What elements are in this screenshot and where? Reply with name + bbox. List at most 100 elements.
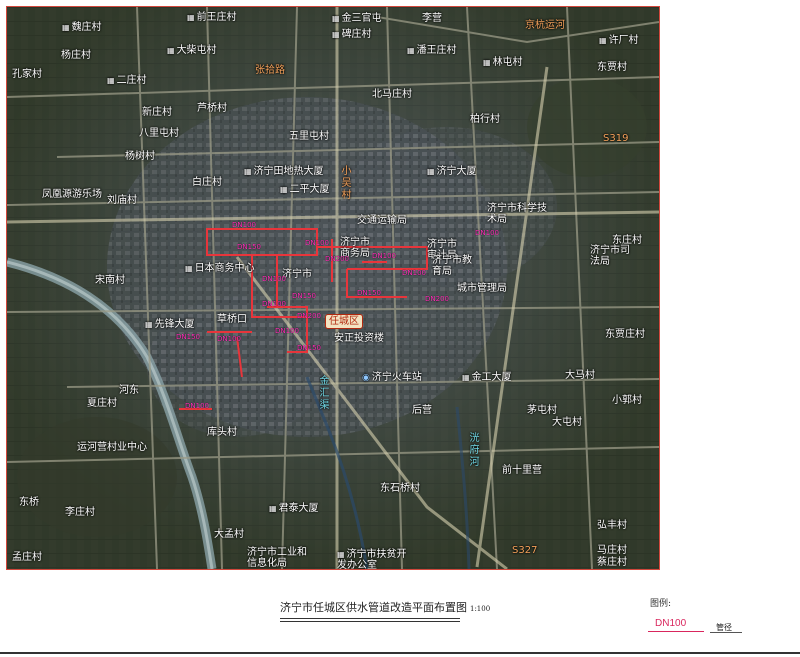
station-label: 济宁火车站 [362, 372, 422, 384]
pipe-tag: DN100 [185, 402, 209, 410]
pipe-tag: DN100 [402, 269, 426, 277]
place-label: 大柴屯村 [167, 45, 217, 56]
pipe-tag: DN200 [425, 295, 449, 303]
place-label: 前十里营 [502, 465, 542, 476]
place-label: 东贾庄村 [605, 329, 645, 340]
drawing-title-block: 济宁市任城区供水管道改造平面布置图 1:100 [280, 599, 490, 622]
river-label: 洸府河 [467, 432, 478, 468]
place-label: 东贾村 [597, 62, 627, 73]
place-label: 杨庄村 [61, 50, 91, 61]
place-label: 济宁田地热大厦 [244, 166, 324, 177]
drawing-scale: 1:100 [470, 605, 491, 613]
place-label: 库头村 [207, 427, 237, 438]
place-label: 李庄村 [65, 507, 95, 518]
place-label: 济宁市扶贫开发办公室 [337, 549, 413, 569]
place-label: 城市管理局 [457, 283, 507, 294]
place-label: 交通运输局 [357, 215, 407, 226]
place-label: 大屯村 [552, 417, 582, 428]
title-underline [280, 621, 460, 622]
road-label: S327 [512, 545, 538, 556]
place-label: 济宁市司法局 [590, 245, 630, 267]
place-label: 安正投资楼 [334, 333, 384, 344]
place-label: 八里屯村 [139, 128, 179, 139]
place-label: 先锋大厦 [145, 319, 195, 330]
place-label: 济宁大厦 [427, 166, 477, 177]
place-label: 李营 [422, 13, 442, 24]
road-label: 张拾路 [255, 65, 285, 76]
place-label: 日本商务中心 [185, 263, 255, 274]
legend-pipe-code: DN100 [655, 618, 687, 629]
pipe-tag: DN100 [372, 252, 396, 260]
pipe-tag: DN150 [176, 333, 200, 341]
place-label: 宋南村 [95, 275, 125, 286]
place-label: 河东 [119, 385, 139, 396]
place-label: 前王庄村 [187, 12, 237, 23]
pipe-tag: DN100 [305, 239, 329, 247]
place-label: 马庄村 [597, 545, 627, 556]
legend-pipe-line [648, 631, 704, 632]
place-label: 小郭村 [612, 395, 642, 406]
place-label: 弘丰村 [597, 520, 627, 531]
pipe-tag: DN150 [357, 289, 381, 297]
pipe-tag: DN100 [262, 275, 286, 283]
place-label: 刘庙村 [107, 195, 137, 206]
pipe-tag: DN200 [297, 312, 321, 320]
place-label: 碑庄村 [332, 29, 372, 40]
place-label: 茅屯村 [527, 405, 557, 416]
place-label: 金三官屯 [332, 13, 382, 24]
place-label: 济宁市科学技术局 [487, 203, 547, 225]
place-label: 东庄村 [612, 235, 642, 246]
pipe-tag: DN150 [297, 344, 321, 352]
place-label: 济宁市教育局 [432, 255, 472, 277]
place-label: 大孟村 [214, 529, 244, 540]
pipe-tag: DN150 [292, 292, 316, 300]
pipe-tag: DN100 [217, 335, 241, 343]
place-label: 新庄村 [142, 107, 172, 118]
place-label: 大马村 [565, 370, 595, 381]
place-label: 金工大厦 [462, 372, 512, 383]
place-label: 孔家村 [12, 69, 42, 80]
region-badge: 任城区 [325, 314, 363, 329]
place-label: 凤凰源游乐场 [42, 189, 102, 200]
pipe-tag: DN100 [275, 327, 299, 335]
place-label: 东石桥村 [380, 483, 420, 494]
place-label: 林屯村 [483, 57, 523, 68]
place-label: 济宁市工业和信息化局 [247, 547, 307, 569]
place-label: 柏行村 [470, 114, 500, 125]
legend-text-underline [710, 632, 742, 633]
place-label: 潘王庄村 [407, 45, 457, 56]
river-label: 金汇渠 [317, 375, 328, 411]
place-label: 孟庄村 [12, 552, 42, 563]
road-label: 小吴村 [339, 165, 350, 201]
place-label: 后营 [412, 405, 432, 416]
place-label: 草桥口 [217, 314, 247, 325]
place-label: 蔡庄村 [597, 557, 627, 568]
bottom-border [0, 652, 800, 654]
place-label: 魏庄村 [62, 22, 102, 33]
place-label: 芦桥村 [197, 103, 227, 114]
place-label: 北马庄村 [372, 89, 412, 100]
place-label: 济宁市 [282, 269, 312, 280]
road-label: 京杭运河 [525, 20, 565, 31]
legend-title: 图例: [650, 599, 672, 609]
place-label: 运河营村业中心 [77, 442, 147, 453]
map-frame: 魏庄村 前王庄村 金三官屯 李营 京杭运河 许厂村 杨庄村 大柴屯村 碑庄村 潘… [6, 6, 660, 570]
pipe-tag: DN100 [475, 229, 499, 237]
place-label: 君泰大厦 [269, 503, 319, 514]
road-label: S319 [603, 133, 629, 144]
pipe-tag: DN100 [262, 300, 286, 308]
place-label: 二庄村 [107, 75, 147, 86]
place-label: 二平大厦 [280, 184, 330, 195]
pipe-tag: DN200 [325, 255, 349, 263]
place-label: 五里屯村 [289, 131, 329, 142]
pipe-tag: DN100 [232, 221, 256, 229]
place-label: 夏庄村 [87, 398, 117, 409]
place-label: 杨树村 [125, 151, 155, 162]
place-label: 白庄村 [192, 177, 222, 188]
drawing-title: 济宁市任城区供水管道改造平面布置图 1:100 [280, 599, 490, 619]
satellite-map [7, 7, 659, 569]
drawing-title-text: 济宁市任城区供水管道改造平面布置图 [280, 601, 467, 614]
pipe-tag: DN150 [237, 243, 261, 251]
place-label: 东桥 [19, 497, 39, 508]
place-label: 许厂村 [599, 35, 639, 46]
